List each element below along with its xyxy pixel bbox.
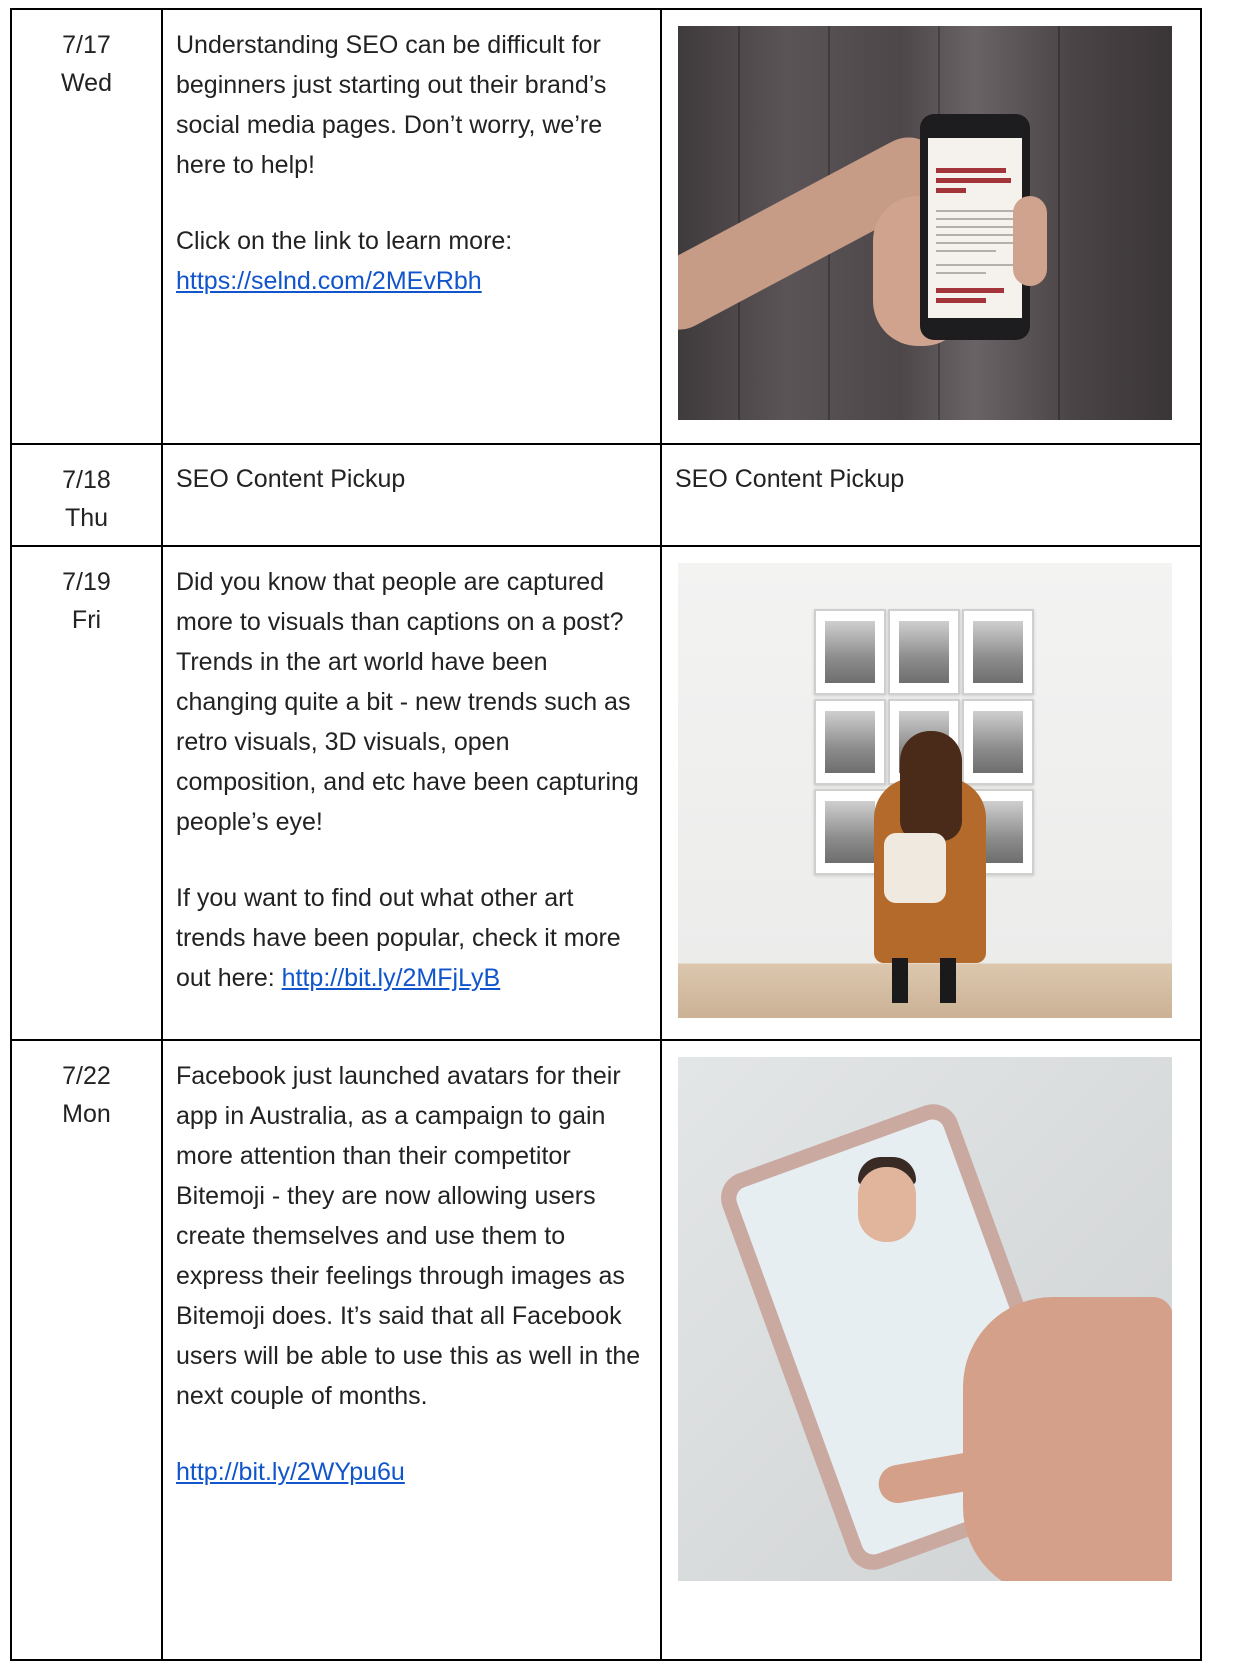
caption-text: Did you know that people are captured mo… <box>176 568 639 836</box>
date-cell: 7/22 Mon <box>10 1039 163 1661</box>
media-cell <box>660 1039 1202 1661</box>
day-label: Thu <box>64 504 109 532</box>
date-cell: 7/18 Thu <box>10 443 163 547</box>
art-gallery-image <box>678 563 1172 1018</box>
media-text: SEO Content Pickup <box>675 465 905 493</box>
caption-text: Facebook just launched avatars for their… <box>176 1062 641 1410</box>
caption-cell: Did you know that people are captured mo… <box>161 545 662 1041</box>
caption-text: SEO Content Pickup <box>176 465 406 493</box>
post-link[interactable]: https://selnd.com/2MEvRbh <box>176 267 482 295</box>
caption-cell: Understanding SEO can be difficult for b… <box>161 8 662 445</box>
caption-cell: Facebook just launched avatars for their… <box>161 1039 662 1661</box>
phone-in-hand-image <box>678 26 1172 420</box>
caption-cta: Click on the link to learn more: <box>176 227 513 255</box>
date-label: 7/17 <box>62 31 111 59</box>
post-link[interactable]: http://bit.ly/2WYpu6u <box>176 1458 405 1486</box>
caption-text: If you want to find out what other art t… <box>176 878 648 998</box>
table-row: 7/22 Mon Facebook just launched avatars … <box>10 1039 1202 1661</box>
date-label: 7/18 <box>62 466 111 494</box>
caption-cell: SEO Content Pickup <box>161 443 662 547</box>
media-cell: SEO Content Pickup <box>660 443 1202 547</box>
caption-text: Understanding SEO can be difficult for b… <box>176 31 607 179</box>
avatar-app-phone-image <box>678 1057 1172 1581</box>
post-link[interactable]: http://bit.ly/2MFjLyB <box>282 964 501 992</box>
media-cell <box>660 545 1202 1041</box>
day-label: Mon <box>62 1100 111 1128</box>
table-row: 7/17 Wed Understanding SEO can be diffic… <box>10 8 1202 445</box>
date-cell: 7/19 Fri <box>10 545 163 1041</box>
content-calendar-table: 7/17 Wed Understanding SEO can be diffic… <box>10 8 1202 1661</box>
date-label: 7/19 <box>62 568 111 596</box>
day-label: Wed <box>61 69 112 97</box>
media-cell <box>660 8 1202 445</box>
caption-text: http://bit.ly/2WYpu6u <box>176 1452 648 1492</box>
caption-text: Click on the link to learn more: https:/… <box>176 221 648 301</box>
date-cell: 7/17 Wed <box>10 8 163 445</box>
date-label: 7/22 <box>62 1062 111 1090</box>
day-label: Fri <box>71 606 102 634</box>
table-row: 7/19 Fri Did you know that people are ca… <box>10 545 1202 1041</box>
table-row: 7/18 Thu SEO Content Pickup SEO Content … <box>10 443 1202 547</box>
